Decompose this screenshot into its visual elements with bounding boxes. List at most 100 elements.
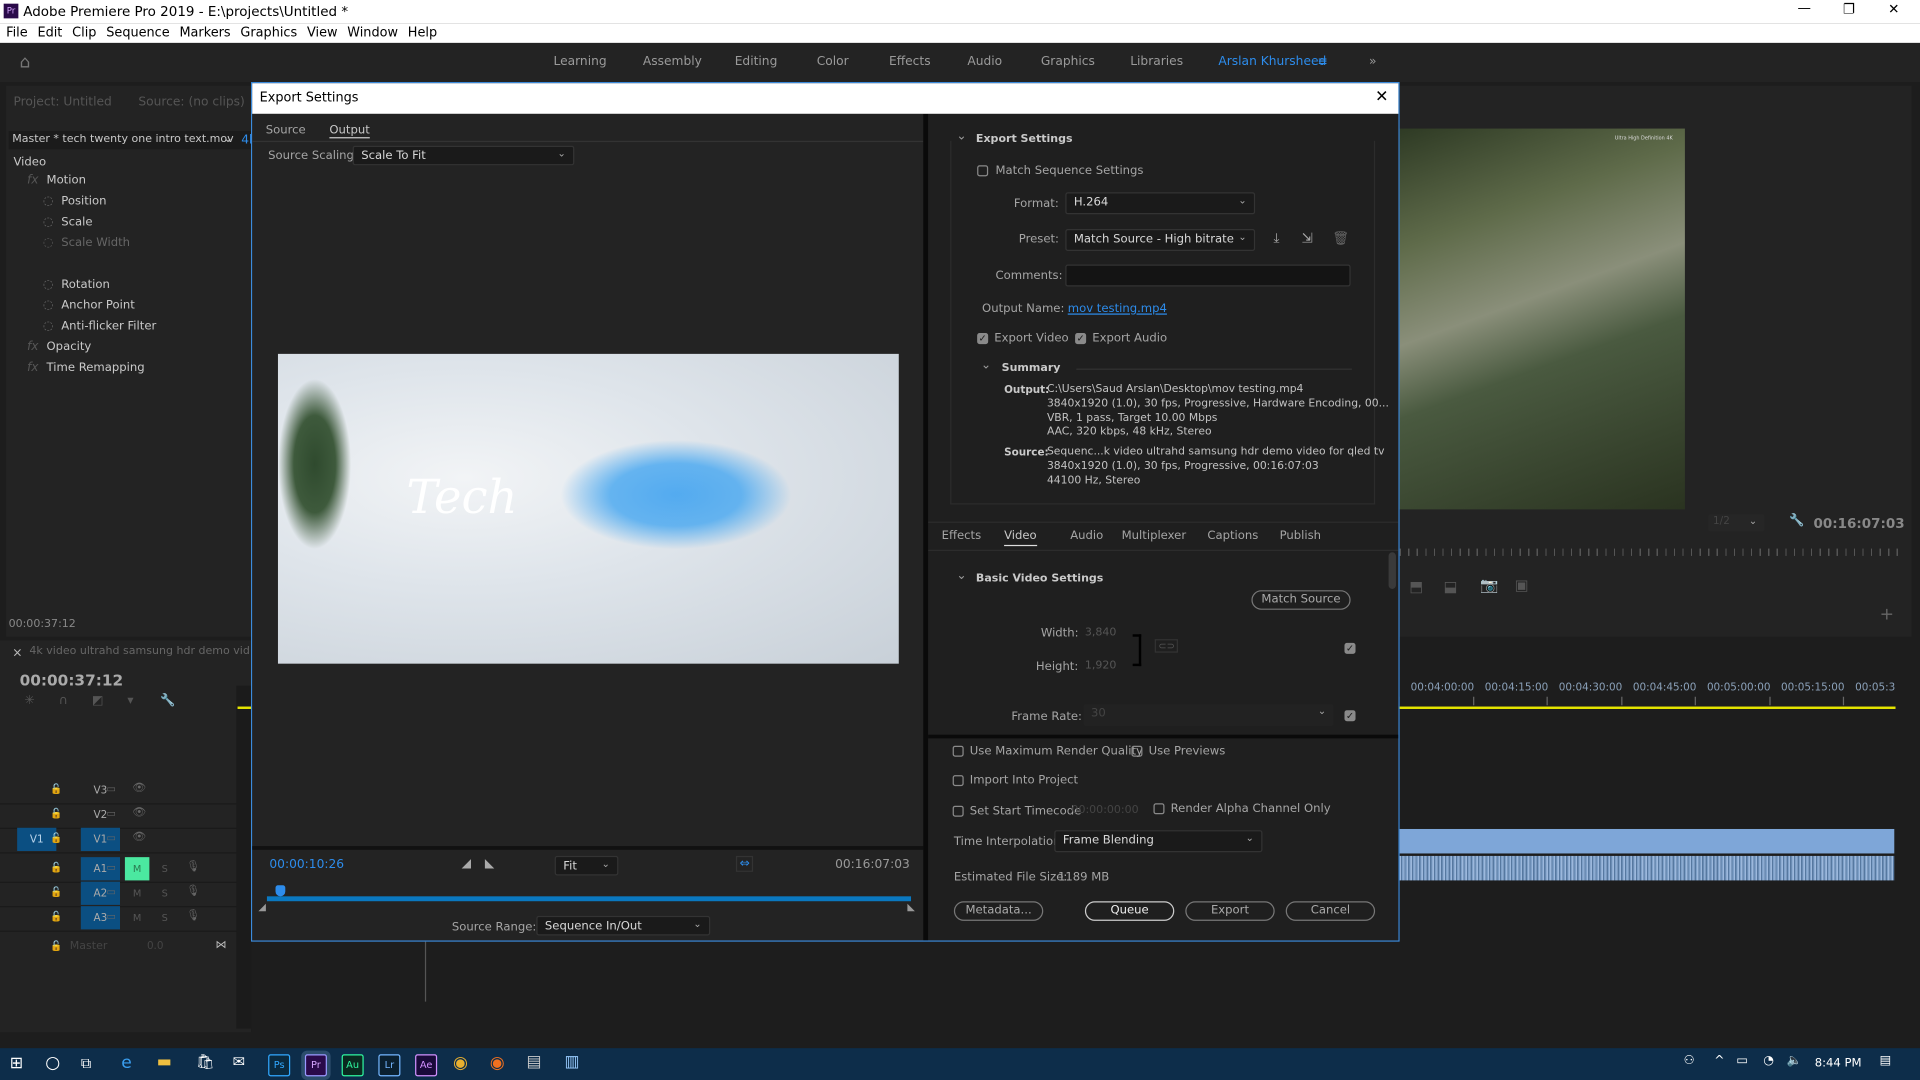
file-explorer-icon[interactable]: ▬ xyxy=(157,1053,172,1071)
timeline-timecode[interactable]: 00:00:37:12 xyxy=(20,671,124,689)
sync-lock-icon[interactable]: ▭ xyxy=(107,911,116,922)
tab-audio[interactable]: Audio xyxy=(1070,529,1103,542)
audition-icon[interactable]: Au xyxy=(341,1054,364,1077)
import-into-project-checkbox[interactable] xyxy=(952,775,964,787)
lock-icon[interactable]: 🔓 xyxy=(50,911,62,922)
sync-lock-icon[interactable]: ▭ xyxy=(107,833,116,844)
lock-icon[interactable]: 🔓 xyxy=(50,808,62,819)
lock-icon[interactable]: 🔓 xyxy=(50,887,62,898)
add-button-icon[interactable]: + xyxy=(1880,605,1894,625)
menu-help[interactable]: Help xyxy=(408,26,437,41)
master-value[interactable]: 0.0 xyxy=(147,940,164,952)
go-to-in-out-icon[interactable]: ⋈ xyxy=(216,939,227,951)
program-ruler[interactable] xyxy=(1399,548,1900,556)
export-frame-camera-icon[interactable]: 📷 xyxy=(1480,577,1498,594)
aspect-correction-icon[interactable]: ⇔ xyxy=(735,855,754,872)
export-button[interactable]: Export xyxy=(1185,901,1275,921)
metadata-button[interactable]: Metadata... xyxy=(953,901,1044,921)
eye-icon[interactable]: 👁 xyxy=(132,807,146,819)
snap-icon[interactable]: ∩ xyxy=(59,694,68,707)
firefox-icon[interactable]: ◉ xyxy=(490,1053,505,1073)
constrain-link-icon[interactable]: ⊂⊃ xyxy=(1154,639,1179,653)
delete-preset-icon[interactable]: 🗑 xyxy=(1332,230,1349,246)
tab-source[interactable]: Source xyxy=(266,124,306,137)
output-name-link[interactable]: mov testing.mp4 xyxy=(1068,302,1167,315)
tab-multiplexer[interactable]: Multiplexer xyxy=(1122,529,1186,542)
close-icon[interactable]: ✕ xyxy=(1888,1,1899,17)
tab-effects[interactable]: Effects xyxy=(942,529,982,542)
comparison-view-icon[interactable]: ▣ xyxy=(1515,577,1529,594)
settings-wrench-icon[interactable]: 🔧 xyxy=(1789,514,1804,527)
home-icon[interactable]: ⌂ xyxy=(20,53,31,73)
source-scaling-select[interactable]: Scale To Fit ⌄ xyxy=(352,145,575,166)
timeline-playhead[interactable] xyxy=(424,940,427,1002)
preset-select[interactable]: Match Source - High bitrate ⌄ xyxy=(1065,228,1256,252)
width-value[interactable]: 3,840 xyxy=(1085,627,1117,639)
import-preset-icon[interactable]: ⇲ xyxy=(1302,230,1313,246)
zoom-select[interactable]: Fit ⌄ xyxy=(554,855,619,876)
show-hidden-icons-chevron[interactable]: ^ xyxy=(1714,1054,1724,1067)
mail-icon[interactable]: ✉ xyxy=(233,1053,245,1070)
voiceover-mic-icon[interactable]: 🎙 xyxy=(186,910,200,922)
basic-video-chevron-icon[interactable]: ⌄ xyxy=(956,569,966,582)
height-value[interactable]: 1,920 xyxy=(1085,660,1117,672)
battery-icon[interactable]: ▭ xyxy=(1736,1054,1748,1067)
workspace-menu-icon[interactable]: ≡ xyxy=(1318,55,1328,68)
use-previews-checkbox[interactable] xyxy=(1131,745,1143,757)
scrubber-playhead[interactable] xyxy=(275,885,286,897)
search-icon[interactable]: ○ xyxy=(45,1053,60,1073)
workspace-audio[interactable]: Audio xyxy=(967,55,1002,68)
workspace-editing[interactable]: Editing xyxy=(735,55,778,68)
video-clip[interactable] xyxy=(1397,828,1895,854)
frame-rate-select[interactable]: 30 ⌄ xyxy=(1083,704,1334,727)
set-in-point-icon[interactable]: ◢ xyxy=(462,857,471,870)
minimize-icon[interactable]: — xyxy=(1798,0,1811,16)
lock-icon[interactable]: 🔓 xyxy=(50,940,62,951)
task-view-icon[interactable]: ⧉ xyxy=(81,1054,92,1072)
solo-button[interactable]: S xyxy=(162,888,168,899)
queue-button[interactable]: Queue xyxy=(1084,901,1175,921)
lightroom-icon[interactable]: Lr xyxy=(378,1054,401,1077)
mute-button[interactable]: M xyxy=(125,906,149,929)
extract-icon[interactable]: ⬓ xyxy=(1444,578,1458,595)
time-interpolation-select[interactable]: Frame Blending ⌄ xyxy=(1054,830,1263,853)
format-select[interactable]: H.264 ⌄ xyxy=(1065,192,1256,215)
out-point-marker[interactable]: ◣ xyxy=(907,901,915,912)
audio-clip-waveform[interactable] xyxy=(1397,855,1895,881)
mute-button[interactable]: M xyxy=(124,857,150,881)
voiceover-mic-icon[interactable]: 🎙 xyxy=(186,885,200,897)
export-audio-checkbox[interactable]: ✓ xyxy=(1075,333,1087,345)
scrubber-bar[interactable] xyxy=(266,896,912,902)
export-video-checkbox[interactable]: ✓ xyxy=(977,333,989,345)
work-area-bar[interactable] xyxy=(1398,706,1896,709)
volume-icon[interactable]: 🔈 xyxy=(1787,1054,1802,1067)
in-point-marker[interactable]: ◢ xyxy=(258,901,266,912)
marker-icon[interactable]: ▾ xyxy=(127,694,133,707)
dialog-close-icon[interactable]: ✕ xyxy=(1375,88,1388,106)
start-timecode-value[interactable]: 00:00:00:00 xyxy=(1071,804,1138,816)
solo-button[interactable]: S xyxy=(162,863,168,874)
eye-icon[interactable]: 👁 xyxy=(132,831,146,843)
store-icon[interactable]: 🛍 xyxy=(196,1053,215,1070)
cancel-button[interactable]: Cancel xyxy=(1285,901,1376,921)
match-source-button[interactable]: Match Source xyxy=(1251,590,1351,610)
comments-input[interactable] xyxy=(1065,264,1351,287)
tab-project[interactable]: Project: Untitled xyxy=(13,96,111,109)
chrome-icon[interactable]: ◉ xyxy=(453,1053,468,1073)
resolution-select[interactable]: 1/2 ⌄ xyxy=(1708,514,1765,532)
sync-lock-icon[interactable]: ▭ xyxy=(107,862,116,873)
timeline-tab[interactable]: 4k video ultrahd samsung hdr demo video … xyxy=(29,645,249,657)
workspace-effects[interactable]: Effects xyxy=(889,55,931,68)
lock-icon[interactable]: 🔓 xyxy=(50,833,62,844)
tab-video[interactable]: Video xyxy=(1004,529,1037,547)
close-tab-icon[interactable]: × xyxy=(12,647,22,660)
action-center-icon[interactable]: ▤ xyxy=(1880,1054,1892,1067)
wifi-icon[interactable]: ◔ xyxy=(1763,1054,1774,1067)
summary-chevron-icon[interactable]: ⌄ xyxy=(981,359,991,372)
tab-source[interactable]: Source: (no clips) xyxy=(138,96,244,109)
current-timecode[interactable]: 00:00:10:26 xyxy=(269,858,344,871)
solo-button[interactable]: S xyxy=(162,912,168,923)
settings-scrollbar[interactable] xyxy=(1388,552,1396,589)
voiceover-mic-icon[interactable]: 🎙 xyxy=(186,861,200,873)
set-out-point-icon[interactable]: ◣ xyxy=(485,857,494,870)
